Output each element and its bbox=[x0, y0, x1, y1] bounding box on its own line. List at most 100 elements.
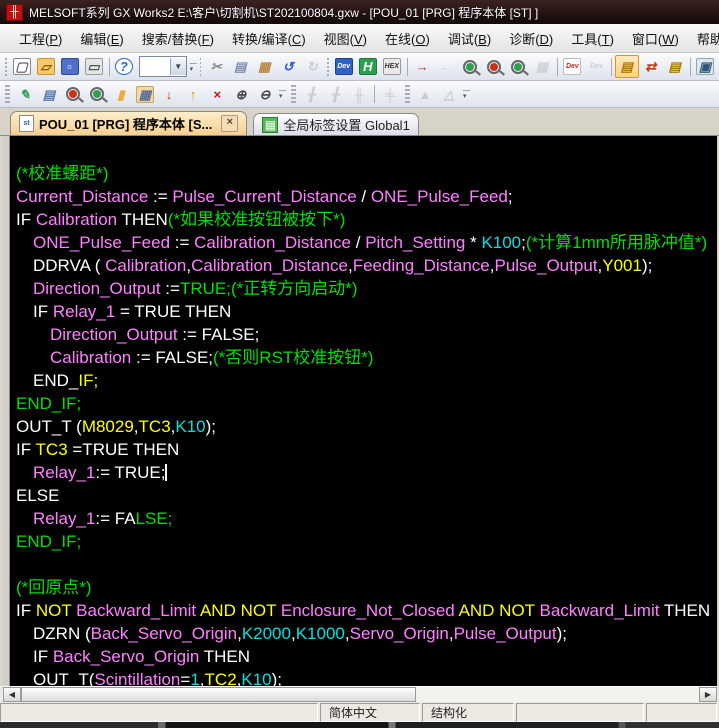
scroll-right-arrow-icon[interactable]: ▶ bbox=[699, 687, 717, 702]
menu-item-7[interactable]: 诊断(D) bbox=[500, 25, 562, 52]
code-token: = TRUE THEN bbox=[115, 302, 232, 321]
code-line[interactable]: DDRVA ( Calibration,Calibration_Distance… bbox=[16, 254, 713, 277]
tab-close-button[interactable]: × bbox=[221, 115, 239, 132]
horizontal-scrollbar[interactable]: ◀ ▶ bbox=[3, 686, 717, 702]
code-area[interactable]: (*校准螺距*) Current_Distance := Pulse_Curren… bbox=[10, 136, 717, 686]
code-line[interactable]: Relay_1:= FALSE; bbox=[16, 507, 713, 530]
zoom-out-button[interactable]: ⊖ bbox=[253, 83, 277, 106]
device-delete-button[interactable]: × bbox=[205, 83, 229, 106]
program-document-button[interactable]: ▤ bbox=[37, 83, 61, 106]
code-token: LSE; bbox=[135, 509, 173, 528]
connection-destination-button[interactable]: ▣ bbox=[693, 55, 717, 78]
code-token: / bbox=[351, 233, 366, 252]
edit-mode-icon: ✎ bbox=[19, 86, 31, 102]
code-line[interactable]: END_IF; bbox=[16, 530, 713, 553]
code-line[interactable]: Direction_Output :=TRUE;(*正转方向启动*) bbox=[16, 277, 713, 300]
code-line[interactable]: (*回原点*) bbox=[16, 576, 713, 599]
scroll-left-arrow-icon[interactable]: ◀ bbox=[3, 687, 21, 702]
combobox-dropdown-icon[interactable]: ▼ bbox=[169, 58, 186, 75]
toolbar-options-2-overflow-button[interactable]: — ▾ bbox=[277, 85, 288, 104]
monitoring-window-icon: ▤ bbox=[668, 59, 681, 74]
code-token: THEN bbox=[199, 647, 251, 666]
code-token: TC2 bbox=[204, 670, 237, 686]
code-line[interactable]: Direction_Output := FALSE; bbox=[16, 323, 713, 346]
code-line[interactable]: Current_Distance := Pulse_Current_Distan… bbox=[16, 185, 713, 208]
find-device-read-icon bbox=[66, 87, 80, 101]
menu-item-1[interactable]: 编辑(E) bbox=[71, 25, 132, 52]
menu-item-10[interactable]: 帮助(H) bbox=[688, 25, 719, 52]
code-line[interactable]: ELSE bbox=[16, 484, 713, 507]
code-line[interactable]: (*校准螺距*) bbox=[16, 162, 713, 185]
help-icon: ? bbox=[114, 58, 133, 75]
new-project-button[interactable]: ▢ bbox=[10, 55, 34, 78]
edit-mode-button[interactable]: ✎ bbox=[13, 83, 37, 106]
cross-reference-up-button[interactable]: ↑ bbox=[181, 83, 205, 106]
code-line[interactable] bbox=[16, 553, 713, 576]
code-line[interactable]: IF Relay_1 = TRUE THEN bbox=[16, 300, 713, 323]
code-line[interactable]: IF Back_Servo_Origin THEN bbox=[16, 645, 713, 668]
cross-reference-down-button[interactable]: ↓ bbox=[157, 83, 181, 106]
menu-item-5[interactable]: 在线(O) bbox=[376, 25, 439, 52]
scrollbar-track[interactable] bbox=[21, 687, 699, 702]
tab-pou01-program-body[interactable]: st POU_01 [PRG] 程序本体 [S... × bbox=[10, 111, 248, 135]
menu-item-8[interactable]: 工具(T) bbox=[562, 25, 623, 52]
code-line[interactable]: END_IF; bbox=[16, 392, 713, 415]
help-button[interactable]: ? bbox=[112, 55, 136, 78]
save-project-button[interactable]: ▫ bbox=[58, 55, 82, 78]
device-memory-button[interactable]: ▮ bbox=[109, 83, 133, 106]
cut-button[interactable]: ✂ bbox=[204, 55, 228, 78]
print-button[interactable]: ▭ bbox=[82, 55, 106, 78]
device-display-on-button[interactable]: Dev bbox=[560, 55, 584, 78]
start-monitoring-window-button[interactable]: ▤ bbox=[614, 55, 639, 78]
hex-display-button[interactable]: HEX bbox=[380, 55, 404, 78]
undo-icon: ↺ bbox=[282, 59, 294, 74]
hex-display-icon: HEX bbox=[382, 58, 401, 75]
monitoring-window-button[interactable]: ▤ bbox=[663, 55, 687, 78]
write-verify-button[interactable] bbox=[482, 55, 506, 78]
zoom-out-icon: ⊖ bbox=[259, 86, 271, 102]
code-token: AND NOT bbox=[458, 601, 540, 620]
code-token: Calibration bbox=[35, 210, 118, 229]
code-line[interactable]: Relay_1:= TRUE; bbox=[16, 461, 713, 484]
menu-item-3[interactable]: 转换/编译(C) bbox=[223, 25, 315, 52]
menu-item-6[interactable]: 调试(B) bbox=[439, 25, 500, 52]
undo-button[interactable]: ↺ bbox=[276, 55, 300, 78]
zoom-in-button[interactable]: ⊕ bbox=[229, 83, 253, 106]
code-line[interactable]: IF Calibration THEN(*如果校准按钮被按下*) bbox=[16, 208, 713, 231]
code-line[interactable]: Calibration := FALSE;(*否则RST校准按钮*) bbox=[16, 346, 713, 369]
code-line[interactable]: IF TC3 =TRUE THEN bbox=[16, 438, 713, 461]
toolbar-main: ▢ ▱ ▫ ▭? ▼ — ▾ ✂ ▤ ▦ ↺ ↻ Dev H HEX → ← ▦ Dev Dev ▤ ⇄ ▤ ▣ bbox=[0, 53, 719, 81]
toolbar-options-3-overflow-button[interactable]: — ▾ bbox=[461, 85, 472, 104]
code-line[interactable]: IF NOT Backward_Limit AND NOT Enclosure_… bbox=[16, 599, 713, 622]
copy-button[interactable]: ▤ bbox=[228, 55, 252, 78]
device-monitor-display-button[interactable]: H bbox=[356, 55, 380, 78]
code-line[interactable]: OUT_T (M8029,TC3,K10); bbox=[16, 415, 713, 438]
code-line[interactable]: DZRN (Back_Servo_Origin,K2000,K1000,Serv… bbox=[16, 622, 713, 645]
code-line[interactable]: END_IF; bbox=[16, 369, 713, 392]
zoom-in-icon: ⊕ bbox=[235, 86, 247, 102]
menu-item-4[interactable]: 视图(V) bbox=[315, 25, 376, 52]
monitor-write-mode-button[interactable]: ⇄ bbox=[639, 55, 663, 78]
device-label-combobox[interactable]: ▼ bbox=[138, 56, 187, 77]
device-station-button[interactable]: ▦ bbox=[133, 83, 157, 106]
write-to-plc-button[interactable]: → bbox=[410, 55, 434, 78]
menu-item-2[interactable]: 搜索/替换(F) bbox=[133, 25, 223, 52]
verify-with-plc-button[interactable] bbox=[458, 55, 482, 78]
toolbar-edit: ✎ ▤ ▮ ▦ ↓ ↑ × ⊕ ⊖ — ▾ ╂ ╂ ╫ ╪ ▲ △ — ▾ bbox=[0, 81, 719, 108]
device-comment-display-button[interactable]: Dev bbox=[332, 55, 356, 78]
find-device-read-button[interactable] bbox=[61, 83, 85, 106]
find-device-write-button[interactable] bbox=[85, 83, 109, 106]
code-line[interactable]: ONE_Pulse_Feed := Calibration_Distance /… bbox=[16, 231, 713, 254]
code-line[interactable]: OUT_T(Scintillation=1,TC2,K10); bbox=[16, 668, 713, 686]
toolbar-options-1-overflow-button[interactable]: — ▾ bbox=[190, 57, 197, 76]
code-token: := bbox=[160, 279, 180, 298]
tab-global-label-settings[interactable]: ▦ 全局标签设置 Global1 bbox=[253, 113, 419, 135]
new-project-icon: ▢ bbox=[12, 58, 31, 75]
code-token: IF bbox=[33, 302, 53, 321]
open-project-button[interactable]: ▱ bbox=[34, 55, 58, 78]
paste-button[interactable]: ▦ bbox=[252, 55, 276, 78]
menu-item-9[interactable]: 窗口(W) bbox=[623, 25, 688, 52]
scrollbar-thumb[interactable] bbox=[21, 687, 417, 702]
monitor-start-button[interactable] bbox=[506, 55, 530, 78]
menu-item-0[interactable]: 工程(P) bbox=[10, 25, 71, 52]
